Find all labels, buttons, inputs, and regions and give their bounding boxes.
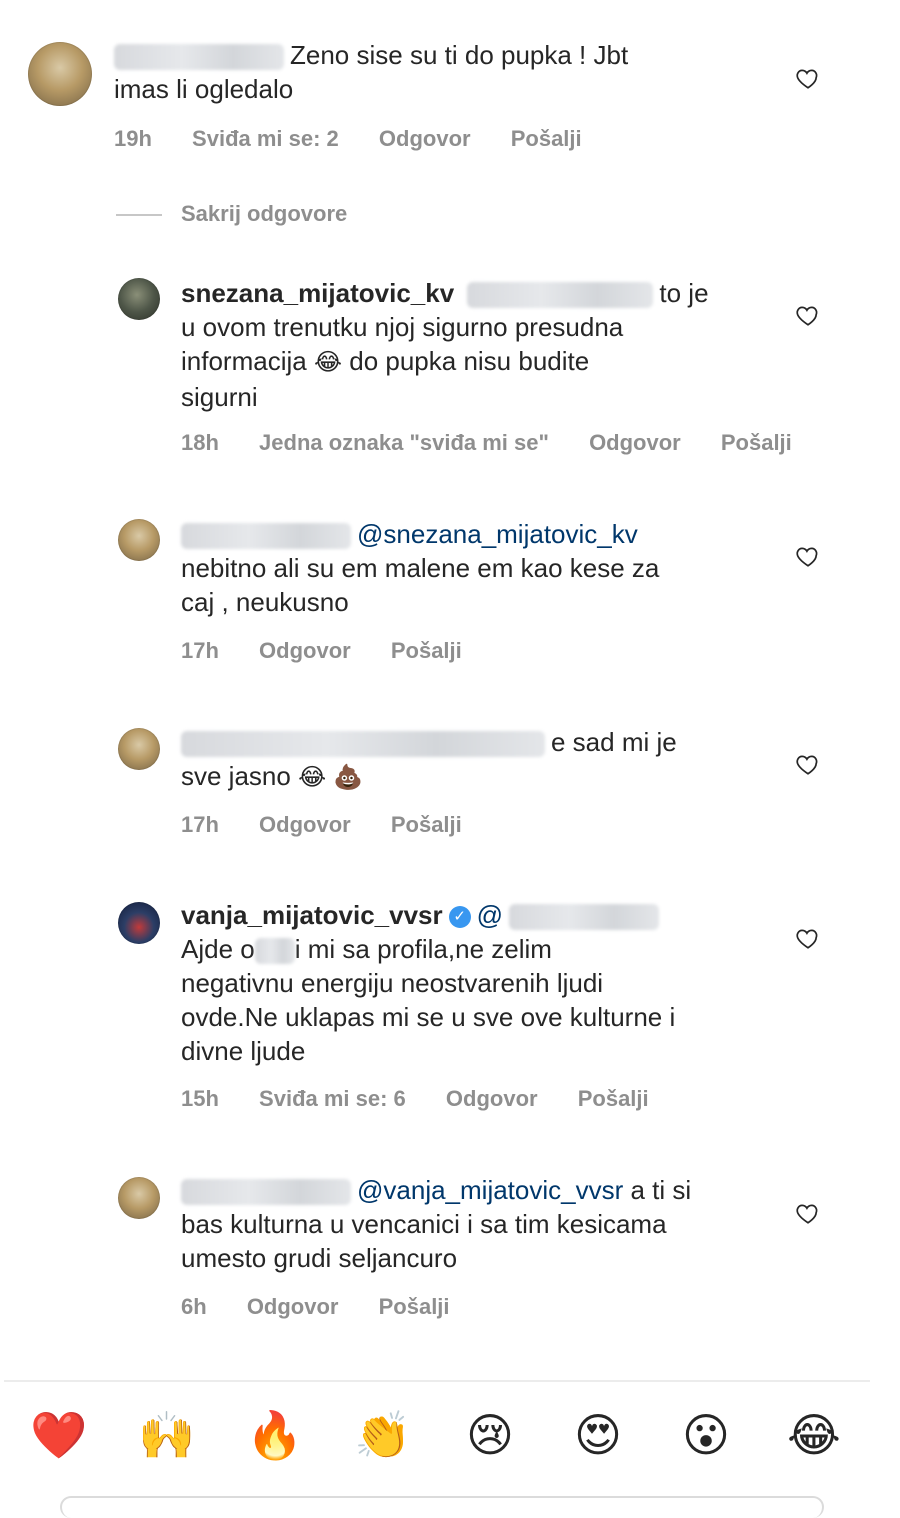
timestamp: 15h bbox=[181, 1086, 219, 1111]
comment-text: vanja_mijatovic_vvsr ✓ @ Ajde oi mi sa pro… bbox=[181, 900, 676, 1066]
send-button[interactable]: Pošalji bbox=[391, 812, 462, 837]
blurred-mention bbox=[467, 282, 654, 309]
likes-count[interactable]: Jedna oznaka "sviđa mi se" bbox=[259, 430, 549, 455]
blurred-username bbox=[181, 731, 545, 758]
like-heart-icon[interactable] bbox=[795, 543, 821, 569]
comment-meta: 17h Odgovor Pošalji bbox=[181, 812, 496, 838]
surprised-face-emoji-icon[interactable]: 😮 bbox=[675, 1404, 737, 1466]
laughing-emoji-icon: 😂 bbox=[313, 349, 342, 376]
raised-hands-emoji-icon[interactable]: 🙌 bbox=[136, 1404, 198, 1466]
send-button[interactable]: Pošalji bbox=[391, 638, 462, 663]
comment-text: @snezana_mijatovic_kv nebitno ali su em … bbox=[181, 519, 660, 617]
comment-meta: 18h Jedna oznaka "sviđa mi se" Odgovor P… bbox=[181, 430, 792, 456]
divider bbox=[4, 1380, 870, 1382]
blurred-username bbox=[181, 1179, 351, 1206]
reply-button[interactable]: Odgovor bbox=[259, 638, 351, 663]
red-heart-emoji-icon[interactable]: ❤️ bbox=[28, 1404, 90, 1466]
comment-meta: 17h Odgovor Pošalji bbox=[181, 638, 496, 664]
username[interactable]: snezana_mijatovic_kv bbox=[181, 278, 454, 308]
reply-button[interactable]: Odgovor bbox=[259, 812, 351, 837]
like-heart-icon[interactable] bbox=[795, 65, 821, 91]
reply-button[interactable]: Odgovor bbox=[446, 1086, 538, 1111]
heart-eyes-emoji-icon[interactable]: 😍 bbox=[567, 1404, 629, 1466]
mention-link[interactable]: @ bbox=[477, 900, 503, 930]
laughing-emoji-icon: 😂 bbox=[298, 764, 327, 791]
blurred-username bbox=[181, 523, 351, 550]
send-button[interactable]: Pošalji bbox=[511, 126, 582, 151]
comment-text: @vanja_mijatovic_vvsr a ti si bas kultur… bbox=[181, 1175, 692, 1273]
avatar[interactable] bbox=[118, 278, 160, 320]
blurred-mention bbox=[509, 904, 660, 931]
timestamp: 18h bbox=[181, 430, 219, 455]
like-heart-icon[interactable] bbox=[795, 302, 821, 328]
comment-text: Zeno sise su ti do pupka ! Jbt imas li o… bbox=[114, 40, 629, 104]
comment-meta: 15h Sviđa mi se: 6 Odgovor Pošalji bbox=[181, 1086, 683, 1112]
comment-meta: 6h Odgovor Pošalji bbox=[181, 1294, 484, 1320]
blurred-username bbox=[114, 44, 284, 71]
like-heart-icon[interactable] bbox=[795, 751, 821, 777]
like-heart-icon[interactable] bbox=[795, 1200, 821, 1226]
timestamp: 6h bbox=[181, 1294, 207, 1319]
fire-emoji-icon[interactable]: 🔥 bbox=[244, 1404, 306, 1466]
reply-button[interactable]: Odgovor bbox=[379, 126, 471, 151]
timestamp: 17h bbox=[181, 812, 219, 837]
send-button[interactable]: Pošalji bbox=[721, 430, 792, 455]
username[interactable]: vanja_mijatovic_vvsr bbox=[181, 900, 443, 930]
comment-input[interactable] bbox=[60, 1496, 824, 1518]
reply-button[interactable]: Odgovor bbox=[247, 1294, 339, 1319]
poop-emoji-icon: 💩 bbox=[333, 764, 364, 791]
comment-meta: 19h Sviđa mi se: 2 Odgovor Pošalji bbox=[114, 126, 616, 152]
timestamp: 19h bbox=[114, 126, 152, 151]
avatar[interactable] bbox=[118, 1177, 160, 1219]
hide-replies-line bbox=[116, 214, 162, 216]
send-button[interactable]: Pošalji bbox=[578, 1086, 649, 1111]
comment-text: e sad mi je sve jasno 😂 💩 bbox=[181, 727, 677, 791]
likes-count[interactable]: Sviđa mi se: 2 bbox=[192, 126, 339, 151]
avatar[interactable] bbox=[118, 902, 160, 944]
avatar[interactable] bbox=[28, 42, 92, 106]
reply-button[interactable]: Odgovor bbox=[589, 430, 681, 455]
comment-text: snezana_mijatovic_kv to je u ovom trenut… bbox=[181, 278, 709, 412]
clapping-hands-emoji-icon[interactable]: 👏 bbox=[352, 1404, 414, 1466]
laughing-emoji-icon[interactable]: 😂 bbox=[783, 1404, 845, 1466]
verified-badge-icon: ✓ bbox=[448, 906, 471, 929]
mention-link[interactable]: @vanja_mijatovic_vvsr bbox=[357, 1175, 623, 1205]
avatar[interactable] bbox=[118, 728, 160, 770]
hide-replies-button[interactable]: Sakrij odgovore bbox=[181, 201, 347, 227]
crying-face-emoji-icon[interactable]: 😢 bbox=[459, 1404, 521, 1466]
blurred-word bbox=[254, 938, 295, 965]
send-button[interactable]: Pošalji bbox=[379, 1294, 450, 1319]
timestamp: 17h bbox=[181, 638, 219, 663]
like-heart-icon[interactable] bbox=[795, 925, 821, 951]
likes-count[interactable]: Sviđa mi se: 6 bbox=[259, 1086, 406, 1111]
mention-link[interactable]: @snezana_mijatovic_kv bbox=[357, 519, 638, 549]
quick-reactions-bar: ❤️ 🙌 🔥 👏 😢 😍 😮 😂 bbox=[0, 1404, 900, 1474]
avatar[interactable] bbox=[118, 519, 160, 561]
